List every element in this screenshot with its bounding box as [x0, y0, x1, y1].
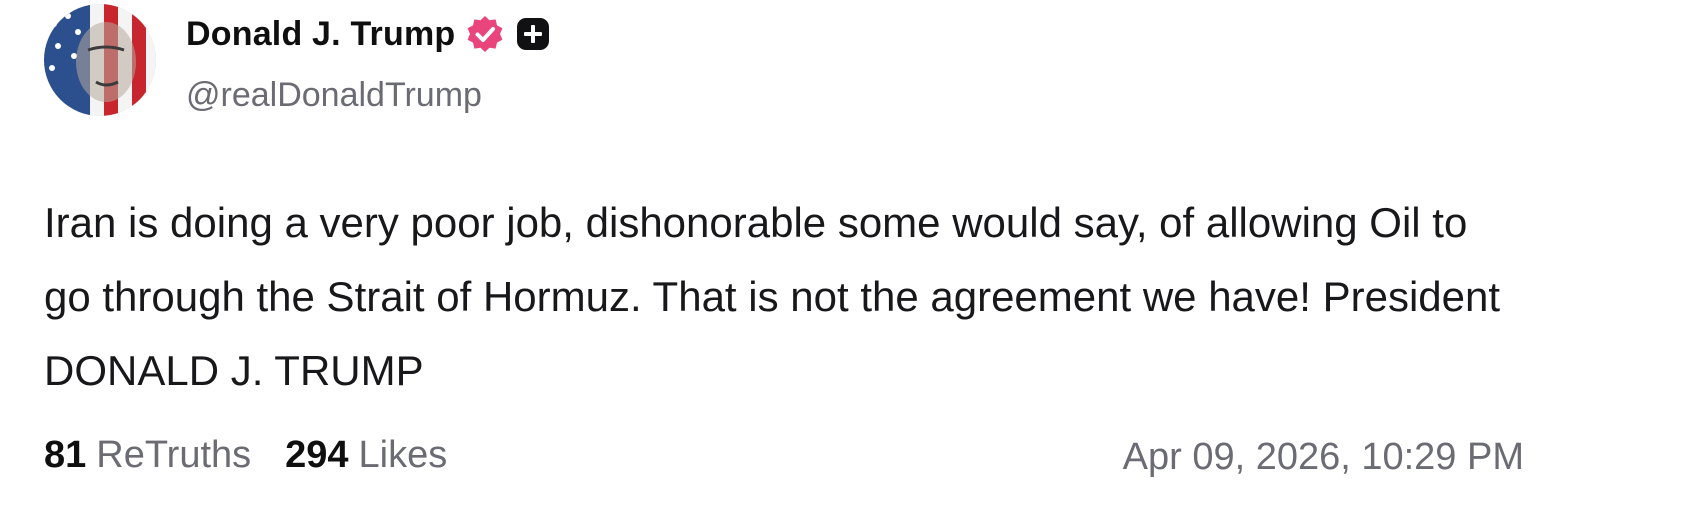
author-name-row: Donald J. Trump [186, 12, 551, 56]
author-handle[interactable]: @realDonaldTrump [186, 76, 482, 115]
author-display-name[interactable]: Donald J. Trump [186, 15, 455, 54]
retruths-count: 81 [44, 434, 87, 476]
retruths-label: ReTruths [96, 434, 252, 476]
post-timestamp[interactable]: Apr 09, 2026, 10:29 PM [1123, 436, 1524, 479]
plus-badge-icon [515, 16, 551, 52]
likes-count: 294 [285, 434, 349, 476]
avatar[interactable] [44, 4, 156, 116]
post-stats: 81 ReTruths 294 Likes [44, 434, 447, 477]
retruths-stat[interactable]: 81 ReTruths [44, 434, 251, 477]
likes-stat[interactable]: 294 Likes [285, 434, 447, 477]
avatar-image [44, 4, 156, 116]
verified-badge-icon [465, 14, 505, 54]
post-text: Iran is doing a very poor job, dishonora… [44, 199, 1501, 394]
likes-label: Likes [358, 434, 448, 476]
truth-post: Donald J. Trump @realDonaldTrump Iran is… [0, 0, 1688, 529]
